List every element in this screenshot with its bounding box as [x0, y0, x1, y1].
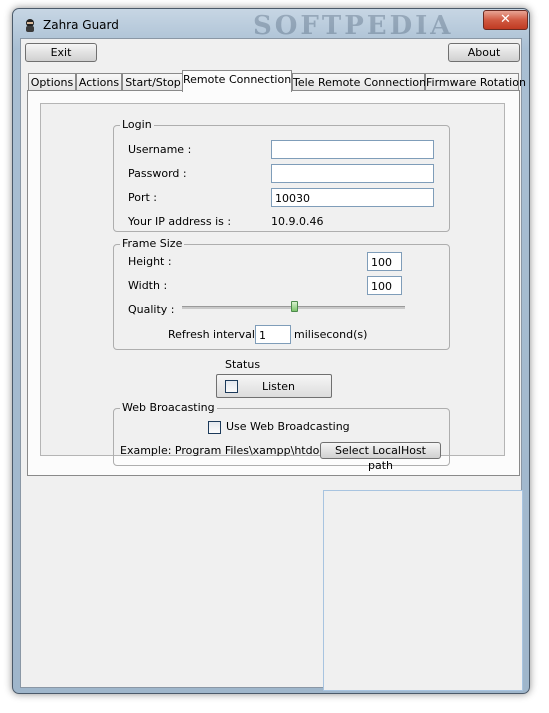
frame-size-group: Frame Size Height : 100 Width : 100 Qual…: [113, 237, 450, 350]
use-web-broadcasting-checkbox[interactable]: [208, 421, 221, 434]
tab-strip: Options Actions Start/Stop Remote Connec…: [27, 70, 526, 92]
height-field[interactable]: 100: [367, 252, 402, 271]
ip-value: 10.9.0.46: [271, 215, 324, 228]
refresh-interval-field[interactable]: 1: [255, 325, 291, 344]
web-broadcasting-legend: Web Broacasting: [120, 401, 217, 414]
exit-button[interactable]: Exit: [25, 43, 97, 62]
login-legend: Login: [120, 118, 154, 131]
preview-area: [323, 490, 523, 691]
remote-connection-panel: Login Username : Password : Port : 10030…: [27, 90, 520, 476]
ip-label: Your IP address is :: [128, 215, 232, 228]
quality-slider-thumb[interactable]: [290, 301, 298, 312]
web-broadcasting-group: Web Broacasting Use Web Broadcasting Exa…: [113, 401, 450, 472]
listen-label: Listen: [262, 380, 295, 393]
panel-inner: Login Username : Password : Port : 10030…: [40, 103, 505, 472]
height-label: Height :: [128, 255, 172, 268]
tab-start-stop[interactable]: Start/Stop: [122, 73, 184, 91]
refresh-interval-unit: milisecond(s): [294, 328, 368, 341]
close-button[interactable]: ✕: [483, 10, 528, 30]
tab-firmware-rotation[interactable]: Firmware Rotation: [425, 73, 526, 91]
client-area: Exit About Options Actions Start/Stop Re…: [20, 38, 526, 691]
status-label: Status: [225, 358, 261, 371]
frame-size-legend: Frame Size: [120, 237, 185, 250]
width-label: Width :: [128, 279, 168, 292]
watermark: SOFTPEDIA: [253, 11, 454, 41]
use-web-broadcasting-label[interactable]: Use Web Broadcasting: [226, 420, 350, 433]
listen-button[interactable]: Listen: [216, 374, 332, 398]
tab-options[interactable]: Options: [28, 73, 76, 91]
username-label: Username :: [128, 143, 192, 156]
example-path-text: Example: Program Files\xampp\htdocs: [120, 444, 332, 457]
window-title: Zahra Guard: [43, 18, 119, 32]
password-label: Password :: [128, 167, 187, 180]
app-icon: [26, 19, 34, 32]
title-bar[interactable]: Zahra Guard SOFTPEDIA ✕: [13, 9, 529, 41]
width-field[interactable]: 100: [367, 276, 402, 295]
password-field[interactable]: [271, 164, 434, 183]
tab-actions[interactable]: Actions: [76, 73, 122, 91]
app-window: Zahra Guard SOFTPEDIA ✕ Exit About Optio…: [12, 8, 530, 694]
username-field[interactable]: [271, 140, 434, 159]
listen-checkbox[interactable]: [225, 380, 238, 393]
quality-label: Quality :: [128, 303, 175, 316]
tab-tele-remote-connection[interactable]: Tele Remote Connection: [292, 73, 426, 91]
close-icon: ✕: [500, 12, 511, 27]
login-group: Login Username : Password : Port : 10030…: [113, 118, 450, 232]
port-field[interactable]: 10030: [271, 188, 434, 207]
about-button[interactable]: About: [448, 43, 520, 62]
refresh-interval-label: Refresh interval :: [168, 328, 263, 341]
select-localhost-path-button[interactable]: Select LocalHost path: [320, 442, 441, 472]
tab-remote-connection[interactable]: Remote Connection: [182, 70, 292, 92]
port-label: Port :: [128, 191, 158, 204]
